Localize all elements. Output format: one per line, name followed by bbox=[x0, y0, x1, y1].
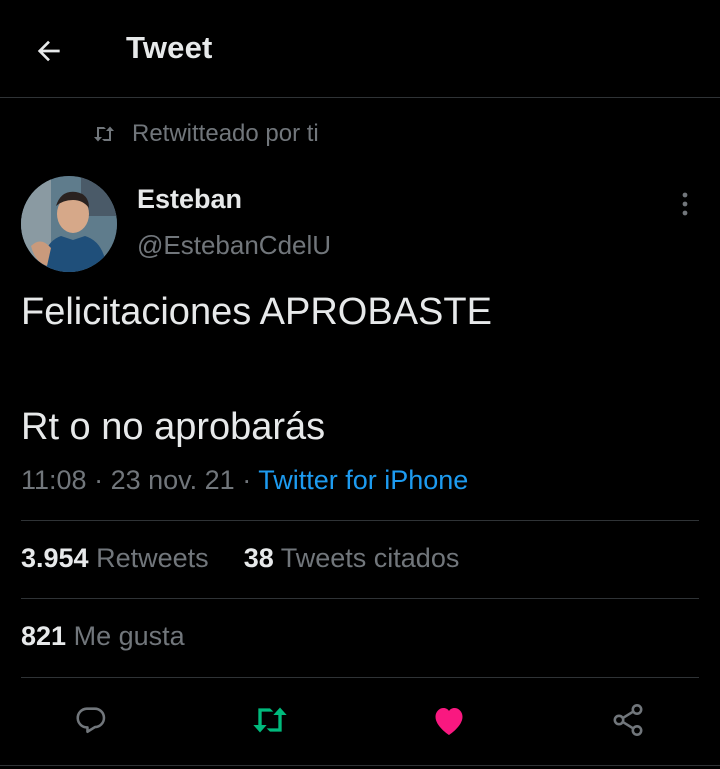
share-button[interactable] bbox=[608, 700, 648, 740]
retweet-stats: 3.954 Retweets 38 Tweets citados bbox=[21, 543, 459, 574]
author-name[interactable]: Esteban bbox=[137, 184, 242, 215]
retweet-button[interactable] bbox=[250, 700, 290, 740]
retweet-context-label: Retwitteado por ti bbox=[132, 120, 319, 147]
likes-label: Me gusta bbox=[73, 621, 185, 651]
quotes-stat[interactable]: 38 Tweets citados bbox=[244, 543, 460, 573]
more-options-button[interactable] bbox=[670, 190, 700, 218]
reply-bubble-icon bbox=[76, 707, 106, 734]
quotes-count: 38 bbox=[243, 543, 274, 573]
meta-separator: · bbox=[94, 465, 104, 495]
page-title: Tweet bbox=[126, 30, 213, 65]
tweet-metadata: 11:08 · 23 nov. 21 · Twitter for iPhone bbox=[21, 465, 468, 496]
divider bbox=[21, 598, 699, 599]
retweets-label: Retweets bbox=[96, 543, 209, 573]
retweets-stat[interactable]: 3.954 Retweets bbox=[21, 543, 216, 573]
tweet-text-line: Felicitaciones APROBASTE bbox=[21, 291, 492, 333]
tweet-time: 11:08 bbox=[21, 465, 87, 495]
back-button[interactable] bbox=[30, 32, 68, 70]
retweets-count: 3.954 bbox=[21, 543, 89, 573]
likes-stats: 821 Me gusta bbox=[21, 621, 185, 652]
tweet-text-line: Rt o no aprobarás bbox=[21, 406, 326, 448]
meta-separator: · bbox=[242, 465, 252, 495]
tweet-action-bar bbox=[0, 690, 720, 750]
avatar[interactable] bbox=[21, 176, 117, 272]
retweet-icon bbox=[92, 123, 118, 145]
divider bbox=[0, 765, 720, 766]
author-handle[interactable]: @EstebanCdelU bbox=[137, 230, 331, 261]
tweet-source-link[interactable]: Twitter for iPhone bbox=[258, 465, 468, 495]
divider bbox=[21, 677, 699, 678]
arrow-left-icon bbox=[37, 40, 60, 62]
likes-stat[interactable]: 821 Me gusta bbox=[21, 621, 185, 651]
divider bbox=[21, 520, 699, 521]
quotes-label: Tweets citados bbox=[280, 543, 460, 573]
reply-button[interactable] bbox=[71, 700, 111, 740]
top-bar: Tweet bbox=[0, 0, 720, 98]
likes-count: 821 bbox=[21, 621, 67, 651]
like-button[interactable] bbox=[429, 700, 469, 740]
retweet-context: Retwitteado por ti bbox=[92, 118, 319, 150]
heart-icon bbox=[435, 708, 463, 735]
retweet-icon bbox=[253, 707, 287, 733]
more-vertical-icon bbox=[682, 192, 688, 216]
share-icon bbox=[613, 704, 643, 736]
tweet-date: 23 nov. 21 bbox=[110, 465, 235, 495]
